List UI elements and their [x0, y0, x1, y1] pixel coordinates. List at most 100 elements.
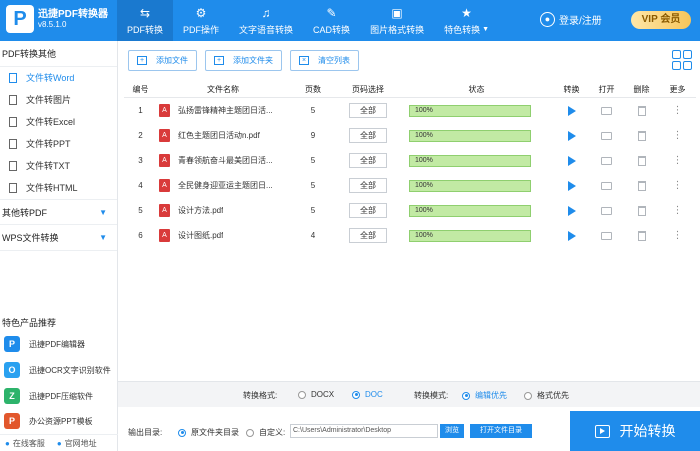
row-range-cell: 全部 — [337, 103, 399, 118]
more-icon[interactable]: ⋮ — [673, 230, 683, 241]
folder-icon[interactable] — [601, 131, 612, 140]
header-status: 状态 — [468, 85, 485, 94]
trash-icon[interactable] — [637, 155, 646, 166]
row-status-cell: 100% — [399, 129, 554, 142]
website-link[interactable]: ● 官网地址 — [57, 438, 97, 449]
play-icon[interactable] — [567, 180, 576, 191]
folder-icon[interactable] — [601, 206, 612, 215]
browse-button[interactable]: 浏览 — [440, 424, 464, 438]
sidebar-item-label: 文件转PPT — [26, 139, 71, 149]
sidebar-item-image[interactable]: 文件转图片 — [0, 89, 117, 111]
online-service-link[interactable]: ● 在线客服 — [5, 438, 45, 449]
more-icon[interactable]: ⋮ — [673, 180, 683, 191]
trash-icon[interactable] — [637, 130, 646, 141]
folder-icon[interactable] — [601, 231, 612, 240]
output-path-input[interactable]: C:\Users\Administrator\Desktop — [290, 424, 438, 438]
caret-down-icon: ▼ — [482, 25, 490, 33]
play-icon[interactable] — [567, 205, 576, 216]
page-range-select[interactable]: 全部 — [349, 178, 387, 193]
login-button[interactable]: ● 登录/注册 — [540, 12, 602, 27]
online-service-label: 在线客服 — [12, 438, 45, 448]
tab-pdf-operation[interactable]: ⚙ PDF操作 — [173, 0, 229, 41]
tab-cad-convert[interactable]: ✎ CAD转换 — [303, 0, 360, 41]
folder-icon[interactable] — [601, 156, 612, 165]
format-first-radio[interactable]: 格式优先 — [524, 390, 569, 401]
row-more-cell: ⋮ — [659, 205, 696, 216]
grid-cell — [683, 61, 692, 70]
row-open-cell — [589, 206, 624, 215]
more-icon[interactable]: ⋮ — [673, 105, 683, 116]
play-icon — [594, 424, 610, 438]
page-range-select[interactable]: 全部 — [349, 128, 387, 143]
table-header: 编号 文件名称 页数 页码选择 状态 转换 打开 删除 更多 — [124, 82, 696, 98]
page-range-select[interactable]: 全部 — [349, 228, 387, 243]
row-range-cell: 全部 — [337, 128, 399, 143]
add-folder-button[interactable]: + 添加文件夹 — [205, 50, 282, 71]
more-icon[interactable]: ⋮ — [673, 155, 683, 166]
page-range-select[interactable]: 全部 — [349, 153, 387, 168]
folder-icon[interactable] — [601, 181, 612, 190]
trash-icon[interactable] — [637, 105, 646, 116]
more-icon[interactable]: ⋮ — [673, 205, 683, 216]
progress-text: 100% — [415, 206, 433, 214]
progress-bar: 100% — [409, 179, 531, 192]
product-pdf-editor[interactable]: P 迅捷PDF编辑器 — [0, 332, 118, 356]
audio-icon: ♫ — [261, 5, 271, 20]
row-file-name: 弘扬雷锋精神主题团日活... — [178, 106, 273, 115]
sidebar-section-other-to-pdf[interactable]: 其他转PDF ▼ — [0, 199, 117, 225]
tab-pdf-convert[interactable]: ⇆ PDF转换 — [117, 0, 174, 41]
vip-button[interactable]: VIP 会员 — [631, 11, 691, 29]
ocr-icon: O — [4, 362, 20, 378]
pdf-file-icon: A — [159, 104, 170, 117]
product-ocr[interactable]: O 迅捷OCR文字识别软件 — [0, 358, 118, 382]
mode-label: 转换模式: — [414, 391, 449, 400]
grid-view-icon[interactable] — [672, 50, 692, 70]
page-range-select[interactable]: 全部 — [349, 103, 387, 118]
trash-icon[interactable] — [637, 180, 646, 191]
sidebar-item-word[interactable]: 文件转Word — [0, 67, 117, 89]
source-folder-radio[interactable]: 原文件夹目录 — [178, 427, 239, 438]
play-icon[interactable] — [567, 155, 576, 166]
folder-icon[interactable] — [601, 106, 612, 115]
pdf-file-icon: A — [159, 229, 170, 242]
play-icon[interactable] — [567, 130, 576, 141]
sidebar-item-txt[interactable]: 文件转TXT — [0, 155, 117, 177]
open-folder-button[interactable]: 打开文件目录 — [470, 424, 532, 438]
sidebar-section-pdf-to-other[interactable]: PDF转换其他 — [0, 41, 117, 67]
sidebar-item-excel[interactable]: 文件转Excel — [0, 111, 117, 133]
add-file-button[interactable]: + 添加文件 — [128, 50, 197, 71]
add-file-icon: + — [137, 56, 147, 65]
clear-list-button[interactable]: × 清空列表 — [290, 50, 359, 71]
sidebar-item-ppt[interactable]: 文件转PPT — [0, 133, 117, 155]
trash-icon[interactable] — [637, 230, 646, 241]
clear-list-label: 清空列表 — [318, 56, 350, 65]
tab-image-format[interactable]: ▣ 图片格式转换 — [360, 0, 434, 41]
header-num: 编号 — [132, 85, 149, 94]
grid-cell — [672, 61, 681, 70]
sidebar-section-wps[interactable]: WPS文件转换 ▼ — [0, 225, 117, 251]
custom-folder-radio[interactable]: 自定义: — [246, 427, 285, 438]
edit-first-radio[interactable]: 编辑优先 — [462, 390, 507, 401]
tab-text-speech[interactable]: ♫ 文字语音转换 — [229, 0, 303, 41]
product-compress[interactable]: Z 迅捷PDF压缩软件 — [0, 384, 118, 408]
header-open: 打开 — [598, 85, 615, 94]
tab-special-convert[interactable]: ★ 特色转换 ▼ — [434, 0, 499, 41]
product-ppt-template[interactable]: P 办公资源PPT模板 — [0, 409, 118, 433]
docx-radio[interactable]: DOCX — [298, 390, 334, 399]
page-range-select[interactable]: 全部 — [349, 203, 387, 218]
doc-radio[interactable]: DOC — [352, 390, 383, 399]
start-convert-button[interactable]: 开始转换 — [570, 411, 700, 451]
trash-icon[interactable] — [637, 205, 646, 216]
app-logo: P — [6, 5, 34, 33]
play-icon[interactable] — [567, 105, 576, 116]
start-label: 开始转换 — [619, 423, 676, 439]
row-num: 1 — [138, 106, 143, 115]
play-icon[interactable] — [567, 230, 576, 241]
row-num: 5 — [138, 206, 143, 215]
more-icon[interactable]: ⋮ — [673, 130, 683, 141]
section-label: 其他转PDF — [2, 208, 48, 218]
progress-text: 100% — [415, 231, 433, 239]
progress-bar: 100% — [409, 129, 531, 142]
row-delete-cell — [624, 230, 659, 241]
sidebar-item-html[interactable]: 文件转HTML — [0, 177, 117, 199]
